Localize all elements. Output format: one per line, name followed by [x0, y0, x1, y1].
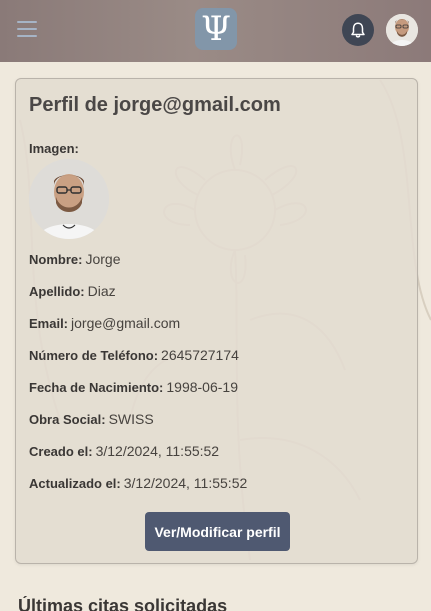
field-email: Email: jorge@gmail.com [29, 315, 180, 331]
menu-line [17, 35, 37, 37]
field-label: Apellido: [29, 284, 85, 299]
view-edit-profile-button[interactable]: Ver/Modificar perfil [145, 512, 290, 551]
field-value: SWISS [108, 411, 154, 427]
logo-glyph: Ψ [201, 9, 231, 49]
field-value: 1998-06-19 [166, 379, 238, 395]
field-value: 3/12/2024, 11:55:52 [95, 443, 220, 459]
field-nombre: Nombre: Jorge [29, 251, 120, 267]
field-value: Diaz [87, 283, 116, 299]
field-actualizado: Actualizado el: 3/12/2024, 11:55:52 [29, 475, 247, 491]
hamburger-menu-icon[interactable] [17, 21, 37, 39]
field-value: Jorge [85, 251, 121, 267]
image-label: Imagen: [29, 141, 79, 156]
top-navigation-bar: Ψ [0, 0, 431, 62]
app-logo[interactable]: Ψ [195, 8, 237, 50]
field-label: Nombre: [29, 252, 83, 267]
profile-title: Perfil de jorge@gmail.com [29, 94, 281, 116]
field-value: 3/12/2024, 11:55:52 [123, 475, 248, 491]
menu-line [17, 21, 37, 23]
bell-icon [351, 22, 365, 38]
profile-card: Perfil de jorge@gmail.com Imagen: Nombre… [15, 78, 418, 564]
field-obra-social: Obra Social: SWISS [29, 411, 154, 427]
field-value: jorge@gmail.com [71, 315, 181, 331]
field-label: Número de Teléfono: [29, 348, 159, 363]
profile-photo-image [29, 159, 109, 239]
user-avatar[interactable] [386, 14, 418, 46]
field-label: Creado el: [29, 444, 93, 459]
recent-appointments-heading: Últimas citas solicitadas [18, 596, 228, 611]
field-label: Fecha de Nacimiento: [29, 380, 164, 395]
field-label: Actualizado el: [29, 476, 121, 491]
menu-line [17, 28, 37, 30]
notifications-button[interactable] [342, 14, 374, 46]
field-telefono: Número de Teléfono: 2645727174 [29, 347, 239, 363]
avatar-image [386, 14, 418, 46]
field-label: Email: [29, 316, 69, 331]
page: Ψ Perfil de jorge@gmail.com Imagen: Nomb… [0, 0, 431, 611]
field-creado: Creado el: 3/12/2024, 11:55:52 [29, 443, 219, 459]
field-value: 2645727174 [161, 347, 239, 363]
field-label: Obra Social: [29, 412, 106, 427]
profile-photo [29, 159, 109, 239]
field-apellido: Apellido: Diaz [29, 283, 116, 299]
field-fecha-nacimiento: Fecha de Nacimiento: 1998-06-19 [29, 379, 238, 395]
